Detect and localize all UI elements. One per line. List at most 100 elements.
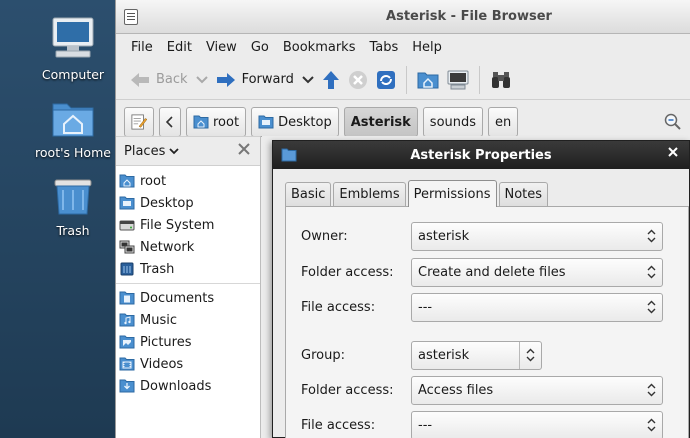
tab-emblems[interactable]: Emblems	[333, 182, 406, 206]
sidebar-item-file-system[interactable]: File System	[116, 214, 260, 236]
path-button-en[interactable]: en	[488, 107, 519, 137]
forward-history-dropdown[interactable]	[298, 64, 318, 96]
places-label: Places	[124, 143, 166, 159]
menu-file[interactable]: File	[124, 40, 160, 55]
chevron-left-icon	[166, 116, 173, 128]
path-button-root[interactable]: root	[186, 107, 247, 137]
group-folder-access-row: Folder access: Access files	[301, 375, 688, 405]
owner-folder-access-value: Create and delete files	[418, 264, 566, 280]
sidebar-item-network[interactable]: Network	[116, 236, 260, 258]
updown-chevron-icon	[647, 383, 656, 397]
computer-button[interactable]	[443, 64, 473, 96]
sidebar-item-root[interactable]: root	[116, 170, 260, 192]
sidebar-header: Places	[116, 136, 260, 166]
window-title: Asterisk - File Browser	[386, 9, 552, 24]
desktop-icon-label: Trash	[56, 223, 90, 238]
owner-folder-access-row: Folder access: Create and delete files	[301, 257, 688, 287]
chevron-down-icon	[302, 75, 314, 83]
desktop-icon-computer[interactable]: Computer	[18, 16, 128, 82]
sidebar-item-videos[interactable]: Videos	[116, 353, 260, 375]
close-icon	[668, 147, 678, 157]
tab-basic[interactable]: Basic	[285, 182, 332, 206]
window-titlebar[interactable]: Asterisk - File Browser	[116, 0, 690, 34]
computer-icon	[18, 16, 128, 63]
desktop-folder-icon	[119, 196, 135, 210]
folder-access-label: Folder access:	[301, 382, 394, 398]
menu-edit[interactable]: Edit	[160, 40, 199, 55]
owner-label: Owner:	[301, 228, 348, 244]
search-button[interactable]	[486, 64, 516, 96]
updown-chevron-icon	[647, 418, 656, 432]
stop-button[interactable]	[344, 64, 372, 96]
group-select[interactable]: asterisk	[411, 340, 542, 370]
computer-icon	[447, 70, 469, 89]
tab-notes[interactable]: Notes	[498, 182, 549, 206]
back-label: Back	[156, 72, 188, 87]
menu-go[interactable]: Go	[244, 40, 276, 55]
menu-help[interactable]: Help	[405, 40, 449, 55]
dialog-tabs: Basic Emblems Permissions Notes	[285, 180, 550, 207]
path-button-label: root	[213, 114, 240, 130]
path-scroll-left-button[interactable]	[159, 107, 181, 137]
chevron-down-icon	[169, 147, 179, 154]
zoom-out-button[interactable]	[664, 113, 682, 131]
menubar: File Edit View Go Bookmarks Tabs Help	[116, 34, 690, 60]
path-button-sounds[interactable]: sounds	[422, 107, 484, 137]
group-file-access-row: File access: ---	[301, 410, 688, 438]
toggle-location-entry-button[interactable]	[124, 107, 154, 137]
pictures-folder-icon	[119, 335, 135, 349]
music-folder-icon	[119, 313, 135, 327]
sidebar-item-label: File System	[140, 217, 215, 233]
desktop-folder-icon	[258, 115, 274, 129]
desktop-icon-home[interactable]: root's Home	[18, 98, 128, 160]
tab-permissions[interactable]: Permissions	[407, 180, 497, 207]
toolbar: Back Forward	[116, 60, 690, 100]
sidebar-item-documents[interactable]: Documents	[116, 287, 260, 309]
toolbar-separator	[405, 65, 407, 94]
owner-value: asterisk	[418, 228, 470, 244]
trash-icon	[120, 262, 134, 276]
close-sidebar-button[interactable]	[238, 143, 250, 159]
forward-button[interactable]: Forward	[212, 64, 298, 96]
sidebar-item-desktop[interactable]: Desktop	[116, 192, 260, 214]
sidebar-divider	[116, 283, 260, 284]
desktop-icon-label: root's Home	[35, 145, 111, 160]
window-menu-icon[interactable]	[124, 8, 138, 25]
back-arrow-icon	[131, 72, 149, 87]
group-file-access-select[interactable]: ---	[411, 410, 663, 438]
path-button-desktop[interactable]: Desktop	[251, 107, 339, 137]
sidebar-item-label: root	[140, 173, 167, 189]
owner-file-access-select[interactable]: ---	[411, 292, 663, 322]
menu-bookmarks[interactable]: Bookmarks	[276, 40, 363, 55]
home-button[interactable]	[413, 64, 443, 96]
dialog-titlebar[interactable]: Asterisk Properties	[273, 141, 689, 169]
sidebar-item-pictures[interactable]: Pictures	[116, 331, 260, 353]
reload-icon	[376, 70, 395, 89]
group-folder-access-select[interactable]: Access files	[411, 375, 663, 405]
back-button[interactable]: Back	[126, 64, 192, 96]
menu-view[interactable]: View	[199, 40, 244, 55]
dialog-close-button[interactable]	[667, 146, 679, 162]
sidebar-item-label: Downloads	[140, 378, 212, 394]
path-button-asterisk[interactable]: Asterisk	[343, 107, 418, 137]
sidebar-item-trash[interactable]: Trash	[116, 258, 260, 280]
home-folder-icon	[417, 72, 439, 88]
toolbar-separator	[478, 65, 480, 94]
group-label: Group:	[301, 347, 345, 363]
updown-chevron-icon	[647, 229, 656, 243]
sidebar-item-downloads[interactable]: Downloads	[116, 375, 260, 397]
up-button[interactable]	[318, 64, 344, 96]
sidebar-item-music[interactable]: Music	[116, 309, 260, 331]
sidebar-item-label: Network	[140, 239, 195, 255]
reload-button[interactable]	[372, 64, 400, 96]
menu-tabs[interactable]: Tabs	[362, 40, 405, 55]
back-history-dropdown[interactable]	[192, 64, 212, 96]
downloads-folder-icon	[119, 379, 135, 393]
desktop-icon-trash[interactable]: Trash	[18, 174, 128, 238]
owner-folder-access-select[interactable]: Create and delete files	[411, 257, 663, 287]
group-value: asterisk	[418, 347, 470, 363]
owner-file-access-value: ---	[418, 299, 433, 315]
places-dropdown[interactable]: Places	[124, 144, 179, 159]
edit-location-icon	[131, 114, 147, 130]
owner-select[interactable]: asterisk	[411, 221, 663, 251]
